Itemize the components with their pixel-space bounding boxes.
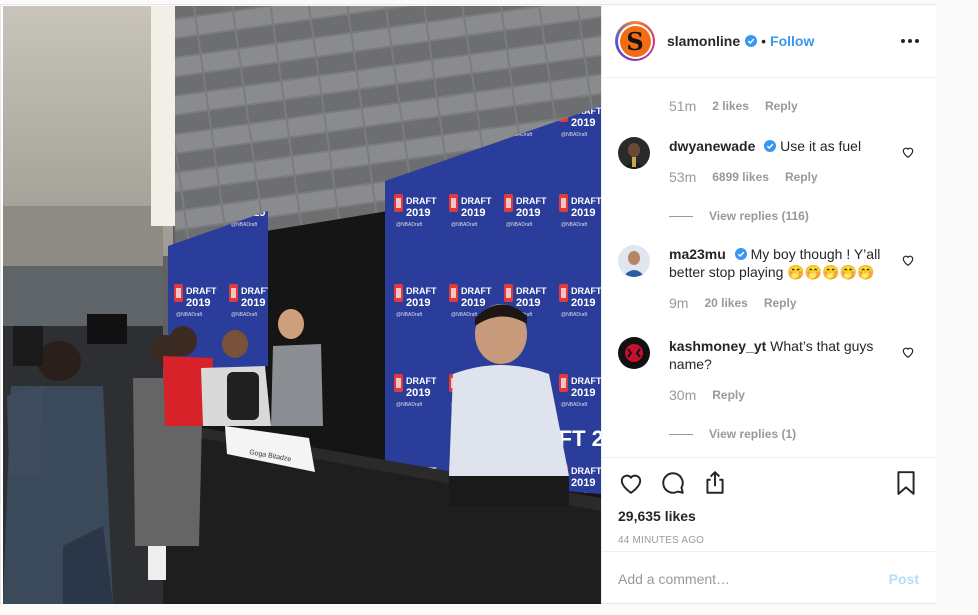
- comment-meta: 9m 20 likes Reply: [669, 295, 923, 311]
- avatar[interactable]: S: [615, 21, 655, 61]
- comment-text: Use it as fuel: [780, 138, 862, 154]
- share-icon[interactable]: [702, 470, 728, 496]
- commenter-username[interactable]: dwyanewade: [669, 138, 755, 154]
- like-comment-heart-icon[interactable]: [901, 253, 915, 267]
- reply-button[interactable]: Reply: [765, 99, 798, 113]
- view-replies-button[interactable]: View replies (1): [669, 427, 923, 441]
- post-sidebar: S slamonline • Follow 51m 2 likes Reply: [601, 5, 936, 603]
- view-replies-label: View replies (1): [709, 427, 797, 441]
- comment-time: 51m: [669, 98, 697, 114]
- add-comment-bar: Post: [602, 551, 935, 605]
- comment-meta: 53m 6899 likes Reply: [669, 169, 923, 185]
- post-actions: 29,635 likes 44 MINUTES AGO: [602, 457, 935, 546]
- post-photo[interactable]: DRAFT 2019 @NBADraft DRAFT 2019: [3, 6, 601, 604]
- comment-time: 53m: [669, 169, 697, 185]
- comment-time: 30m: [669, 387, 697, 403]
- commenter-username[interactable]: ma23mu: [669, 246, 726, 262]
- reply-button[interactable]: Reply: [764, 296, 797, 310]
- like-heart-icon[interactable]: [618, 470, 644, 496]
- comment-likes[interactable]: 6899 likes: [712, 170, 769, 184]
- comment-item: dwyanewade Use it as fuel 53m 6899 likes…: [618, 137, 923, 223]
- comment-item: kashmoney_yt What’s that guys name? 30m …: [618, 337, 923, 441]
- bookmark-icon[interactable]: [893, 470, 919, 496]
- view-replies-label: View replies (116): [709, 209, 809, 223]
- commenter-avatar[interactable]: [618, 337, 650, 369]
- verified-icon: [734, 248, 747, 260]
- comment-meta: 30m Reply: [669, 387, 923, 403]
- reply-button[interactable]: Reply: [712, 388, 745, 402]
- view-replies-button[interactable]: View replies (116): [669, 209, 923, 223]
- replies-line: [669, 433, 693, 435]
- comment-time: 9m: [669, 295, 689, 311]
- comment-item: ma23mu My boy though ! Y’all better stop…: [618, 245, 923, 311]
- verified-icon: [764, 140, 777, 152]
- comments-list[interactable]: 51m 2 likes Reply dwyanewade Use it as f…: [602, 79, 935, 457]
- post-container: DRAFT 2019 @NBADraft DRAFT 2019: [0, 4, 936, 604]
- post-username[interactable]: slamonline: [667, 33, 740, 49]
- press-conference-photo: DRAFT 2019 @NBADraft DRAFT 2019: [3, 6, 601, 604]
- avatar-logo: S: [619, 25, 651, 57]
- replies-line: [669, 215, 693, 217]
- verified-icon: [745, 35, 758, 47]
- reply-button[interactable]: Reply: [785, 170, 818, 184]
- comment-likes[interactable]: 2 likes: [712, 99, 749, 113]
- follow-button[interactable]: Follow: [770, 33, 814, 49]
- likes-count[interactable]: 29,635 likes: [618, 508, 919, 524]
- comment-meta: 51m 2 likes Reply: [669, 98, 798, 114]
- separator-dot: •: [761, 33, 767, 49]
- commenter-username[interactable]: kashmoney_yt: [669, 338, 766, 354]
- comment-likes[interactable]: 20 likes: [704, 296, 747, 310]
- post-header: S slamonline • Follow: [602, 5, 936, 78]
- action-icons: [618, 459, 919, 507]
- post-time-ago: 44 MINUTES AGO: [618, 535, 705, 546]
- like-comment-heart-icon[interactable]: [901, 345, 915, 359]
- post-comment-button[interactable]: Post: [889, 571, 919, 587]
- more-options-icon[interactable]: [900, 31, 920, 51]
- add-comment-input[interactable]: [618, 570, 889, 587]
- commenter-avatar[interactable]: [618, 245, 650, 277]
- like-comment-heart-icon[interactable]: [901, 145, 915, 159]
- comment-bubble-icon[interactable]: [660, 470, 686, 496]
- commenter-avatar[interactable]: [618, 137, 650, 169]
